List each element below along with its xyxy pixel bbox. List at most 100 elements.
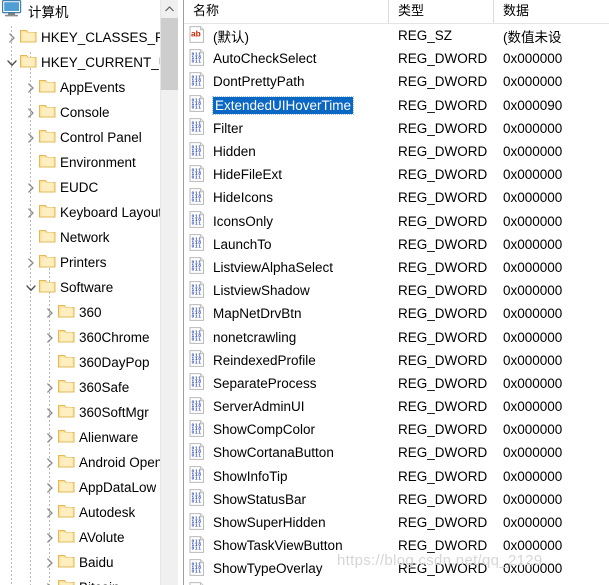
tree-item-360[interactable]: 360 — [0, 300, 178, 325]
chevron-right-icon[interactable] — [23, 75, 39, 100]
value-name-cell[interactable]: 0 1 1 1 1 0 0 1 1 ShowCompColor — [184, 419, 389, 440]
values-column-header[interactable]: 名称 类型 数据 — [184, 0, 609, 24]
tree-item-360softmgr[interactable]: 360SoftMgr — [0, 400, 178, 425]
value-row[interactable]: 0 1 1 1 1 0 0 1 1 ShowCompColor REG_DWORD 0x000000 — [184, 418, 609, 441]
value-row[interactable]: 0 1 1 1 1 0 0 1 1 LaunchTo REG_DWORD 0x000000 — [184, 233, 609, 256]
value-name-cell[interactable]: 0 1 1 1 1 0 0 1 1 HideFileExt — [184, 164, 389, 185]
value-name-cell[interactable]: 0 1 1 1 1 0 0 1 1 IconsOnly — [184, 211, 389, 231]
value-row[interactable]: 0 1 1 1 1 0 0 1 1 ShowStatusBar REG_DWORD 0x000000 — [184, 488, 609, 511]
value-row[interactable]: 0 1 1 1 1 0 0 1 1 ListviewShadow REG_DWORD 0x000000 — [184, 279, 609, 302]
value-row[interactable]: 0 1 1 1 1 0 0 1 1 HideFileExt REG_DWORD 0x000000 — [184, 163, 609, 186]
tree-item-appdatalow[interactable]: AppDataLow — [0, 475, 178, 500]
chevron-right-icon[interactable] — [42, 425, 58, 450]
chevron-right-icon[interactable] — [42, 550, 58, 575]
chevron-right-icon[interactable] — [42, 450, 58, 475]
chevron-right-icon[interactable] — [42, 325, 58, 350]
tree-item-avolute[interactable]: AVolute — [0, 525, 178, 550]
value-name-cell[interactable]: 0 1 1 1 1 0 0 1 1 ShowInfoTip — [184, 466, 389, 486]
value-name-cell[interactable]: 0 1 1 1 1 0 0 1 1 ShowCortanaButton — [184, 443, 389, 463]
tree-item-360chrome[interactable]: 360Chrome — [0, 325, 178, 350]
value-name-cell[interactable]: 0 1 1 1 1 0 0 1 1 ReindexedProfile — [184, 350, 389, 370]
chevron-right-icon[interactable] — [4, 25, 20, 50]
value-name-cell[interactable]: 0 1 1 1 1 0 0 1 1 MapNetDrvBtn — [184, 303, 389, 324]
value-row[interactable]: 0 1 1 1 1 0 0 1 1 Filter REG_DWORD 0x000000 — [184, 117, 609, 140]
tree-scrollbar-thumb[interactable] — [161, 18, 178, 90]
value-row[interactable]: 0 1 1 1 1 0 0 1 1 HideIcons REG_DWORD 0x000000 — [184, 186, 609, 209]
value-name-cell[interactable]: 0 1 1 1 1 0 0 1 1 ServerAdminUI — [184, 396, 389, 417]
value-name-cell[interactable]: 0 1 1 1 1 0 0 1 1 ShowTypeOverlay — [184, 559, 389, 579]
value-row[interactable]: 0 1 1 1 1 0 0 1 1 ShowTypeOverlay REG_DWORD 0x00000… — [184, 557, 609, 580]
column-header-type[interactable]: 类型 — [389, 0, 494, 23]
value-name-cell[interactable]: 0 1 1 1 1 0 0 1 1 Filter — [184, 118, 389, 138]
value-row[interactable]: 0 1 1 1 1 0 0 1 1 SeparateProcess REG_DWORD 0x00000… — [184, 372, 609, 395]
value-name-cell[interactable]: 0 1 1 1 1 0 0 1 1 ShowSuperHidden — [184, 512, 389, 533]
tree-item-control-panel[interactable]: Control Panel — [0, 125, 178, 150]
value-name-cell[interactable]: 0 1 1 1 1 0 0 1 1 ShowStatusBar — [184, 489, 389, 509]
value-row[interactable]: 0 1 1 1 1 0 0 1 1 IconsOnly REG_DWORD 0x000000 — [184, 210, 609, 233]
value-name-cell[interactable]: ab (默认) — [184, 25, 389, 46]
chevron-down-icon[interactable] — [4, 50, 20, 75]
tree-item-android-open-sou[interactable]: Android Open Sou — [0, 450, 178, 475]
chevron-right-icon[interactable] — [42, 475, 58, 500]
tree-item-console[interactable]: Console — [0, 100, 178, 125]
value-row[interactable]: 0 1 1 1 1 0 0 1 1 DontPrettyPath REG_DWORD 0x000000 — [184, 70, 609, 93]
scroll-up-arrow-icon[interactable] — [161, 0, 178, 17]
chevron-right-icon[interactable] — [42, 525, 58, 550]
value-row[interactable]: 0 1 1 1 1 0 0 1 1 Hidden REG_DWORD 0x000000 — [184, 140, 609, 163]
value-name-cell[interactable]: 0 1 1 1 1 0 0 1 1 ShowTaskViewButton — [184, 535, 389, 556]
tree-item-printers[interactable]: Printers — [0, 250, 178, 275]
values-list[interactable]: ab (默认) REG_SZ (数值未设 0 1 1 1 1 0 0 1 1 AutoCheckSelec… — [184, 24, 609, 585]
tree-vertical-scrollbar[interactable] — [160, 0, 178, 585]
chevron-right-icon[interactable] — [42, 575, 58, 585]
value-row[interactable]: 0 1 1 1 1 0 0 1 1 ExtendedUIHoverTime REG_DWORD 0x0… — [184, 94, 609, 117]
value-row[interactable]: 0 1 1 1 1 0 0 1 1 ReindexedProfile REG_DWORD 0x0000… — [184, 349, 609, 372]
tree-item-eudc[interactable]: EUDC — [0, 175, 178, 200]
tree-item-360daypop[interactable]: 360DayPop — [0, 350, 178, 375]
value-name-cell[interactable]: 0 1 1 1 1 0 0 1 1 ListviewShadow — [184, 280, 389, 301]
tree-item-360safe[interactable]: 360Safe — [0, 375, 178, 400]
chevron-right-icon[interactable] — [42, 500, 58, 525]
value-name-cell[interactable]: 0 1 1 1 1 0 0 1 1 LaunchTo — [184, 234, 389, 254]
tree-item-keyboard-layout[interactable]: Keyboard Layout — [0, 200, 178, 225]
chevron-down-icon[interactable] — [23, 275, 39, 300]
tree-item-hkey-current-user[interactable]: HKEY_CURRENT_USER — [0, 50, 178, 75]
chevron-right-icon[interactable] — [42, 375, 58, 400]
column-header-name[interactable]: 名称 — [184, 0, 389, 23]
tree-item-appevents[interactable]: AppEvents — [0, 75, 178, 100]
value-name-cell[interactable]: 0 1 1 1 1 0 0 1 1 nonetcrawling — [184, 327, 389, 347]
chevron-right-icon[interactable] — [42, 400, 58, 425]
chevron-right-icon[interactable] — [23, 250, 39, 275]
value-name-cell[interactable]: 0 1 1 1 1 0 0 1 1 ListviewAlphaSelect — [184, 257, 389, 277]
tree-item-software[interactable]: Software — [0, 275, 178, 300]
value-row[interactable]: 0 1 1 1 1 0 0 1 1 ShowSuperHidden REG_DWORD 0x00000… — [184, 511, 609, 534]
registry-tree-pane[interactable]: 计算机 HKEY_CLASSES_ROOT HKEY_CURRENT_USER App… — [0, 0, 178, 585]
registry-values-pane[interactable]: 名称 类型 数据 ab (默认) REG_SZ (数值未设 0 1 1 1 1 0 0 1 1 AutoC… — [183, 0, 609, 585]
value-name-cell[interactable]: 0 1 1 1 1 0 0 1 1 ExtendedUIHoverTime — [184, 95, 389, 115]
value-row[interactable]: 0 1 1 1 1 0 0 1 1 ServerAdminUI REG_DWORD 0x000000 — [184, 395, 609, 418]
tree-item-autodesk[interactable]: Autodesk — [0, 500, 178, 525]
value-row[interactable]: 0 1 1 1 1 0 0 1 1 ShowInfoTip REG_DWORD 0x000000 — [184, 465, 609, 488]
value-name-cell[interactable]: 0 1 1 1 1 0 0 1 1 HideIcons — [184, 188, 389, 208]
value-row[interactable]: 0 1 1 1 1 0 0 1 1 MapNetDrvBtn REG_DWORD 0x000000 — [184, 302, 609, 325]
chevron-right-icon[interactable] — [23, 200, 39, 225]
value-row[interactable]: 0 1 1 1 1 0 0 1 1 ShowCortanaButton REG_DWORD 0x000… — [184, 441, 609, 464]
chevron-right-icon[interactable] — [23, 125, 39, 150]
value-row[interactable]: ab (默认) REG_SZ (数值未设 — [184, 24, 609, 47]
tree-item-root[interactable]: 计算机 — [0, 0, 178, 25]
chevron-right-icon[interactable] — [23, 175, 39, 200]
tree-item-bitcoin[interactable]: Bitcoin — [0, 575, 178, 585]
value-row[interactable]: 0 1 1 1 1 0 0 1 1 AutoCheckSelect REG_DWORD 0x00000… — [184, 47, 609, 70]
tree-item-alienware[interactable]: Alienware — [0, 425, 178, 450]
tree-item-hkey-classes-root[interactable]: HKEY_CLASSES_ROOT — [0, 25, 178, 50]
tree-item-baidu[interactable]: Baidu — [0, 550, 178, 575]
value-row[interactable]: 011110011Start_SearchFilesREG_DWORD0x000… — [184, 581, 609, 585]
tree-item-network[interactable]: Network — [0, 225, 178, 250]
value-name-cell[interactable]: 0 1 1 1 1 0 0 1 1 SeparateProcess — [184, 373, 389, 393]
value-name-cell[interactable]: 0 1 1 1 1 0 0 1 1 DontPrettyPath — [184, 72, 389, 92]
value-row[interactable]: 0 1 1 1 1 0 0 1 1 ShowTaskViewButton REG_DWORD 0x00… — [184, 534, 609, 557]
chevron-right-icon[interactable] — [23, 100, 39, 125]
value-row[interactable]: 0 1 1 1 1 0 0 1 1 ListviewAlphaSelect REG_DWORD 0x0… — [184, 256, 609, 279]
tree-item-environment[interactable]: Environment — [0, 150, 178, 175]
value-name-cell[interactable]: 0 1 1 1 1 0 0 1 1 Hidden — [184, 141, 389, 162]
value-row[interactable]: 0 1 1 1 1 0 0 1 1 nonetcrawling REG_DWORD 0x000000 — [184, 325, 609, 348]
